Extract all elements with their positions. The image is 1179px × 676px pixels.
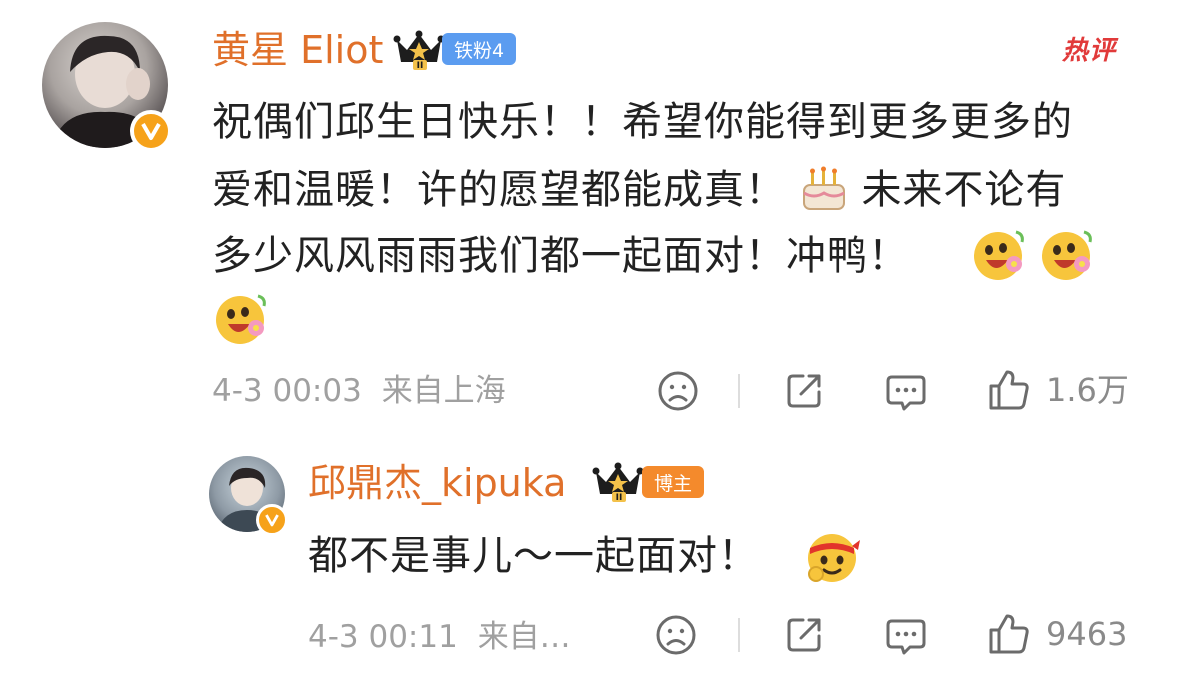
comment-text-line1: 祝偶们邱生日快乐！！希望你能得到更多更多的 (212, 99, 1073, 145)
reply-text-content: 都不是事儿～一起面对！ (308, 533, 759, 579)
fan-level-badge: 铁粉4 (442, 33, 516, 65)
flower-smile-emoji (212, 288, 272, 348)
reply-share-icon[interactable] (783, 614, 825, 656)
comment-text-line2: 爱和温暖！许的愿望都能成真！ 未来不论有 (212, 164, 1066, 226)
hot-comment-label: 热评 (1062, 36, 1117, 66)
sad-face-icon[interactable] (657, 370, 699, 412)
reply-crown-icon: II (592, 462, 644, 502)
cake-emoji (800, 165, 848, 226)
comment-icon[interactable] (884, 371, 928, 413)
comment-text-line3: 多少风风雨雨我们都一起面对！冲鸭！ (212, 230, 909, 282)
svg-text:II: II (417, 61, 424, 70)
reply-thumbs-up-icon[interactable] (987, 612, 1031, 656)
reply-verified-badge-icon (256, 504, 288, 536)
divider (738, 618, 740, 652)
comment-username[interactable]: 黄星 Eliot (212, 26, 383, 74)
divider (738, 374, 740, 408)
comment-location: 来自上海 (381, 373, 506, 409)
reply-location: 来自… (477, 619, 571, 655)
comment-timestamp: 4-3 00:03 来自上海 (212, 372, 506, 410)
verified-badge-icon (130, 110, 172, 152)
reply-comment-icon[interactable] (884, 615, 928, 657)
crown-icon: II (393, 30, 445, 70)
comment-text-line2b: 未来不论有 (861, 167, 1067, 213)
thumbs-up-icon[interactable] (987, 368, 1031, 412)
like-count: 1.6万 (1046, 371, 1129, 409)
reply-text: 都不是事儿～一起面对！ (308, 530, 759, 582)
comment-text-line3-text: 多少风风雨雨我们都一起面对！冲鸭！ (212, 233, 909, 279)
reply-time: 4-3 00:11 (308, 619, 458, 655)
flower-smile-emoji (970, 224, 1030, 284)
host-badge: 博主 (642, 466, 704, 498)
share-icon[interactable] (783, 370, 825, 412)
flower-smile-emoji (1038, 224, 1098, 284)
svg-text:II: II (616, 493, 623, 502)
reply-sad-face-icon[interactable] (655, 614, 697, 656)
reply-timestamp: 4-3 00:11 来自… (308, 618, 571, 656)
reply-like-count: 9463 (1046, 615, 1128, 653)
headband-emoji (802, 526, 862, 586)
comment-time: 4-3 00:03 (212, 373, 362, 409)
comment-text-line2a: 爱和温暖！许的愿望都能成真！ (212, 167, 786, 213)
reply-username[interactable]: 邱鼎杰_kipuka (308, 459, 566, 507)
